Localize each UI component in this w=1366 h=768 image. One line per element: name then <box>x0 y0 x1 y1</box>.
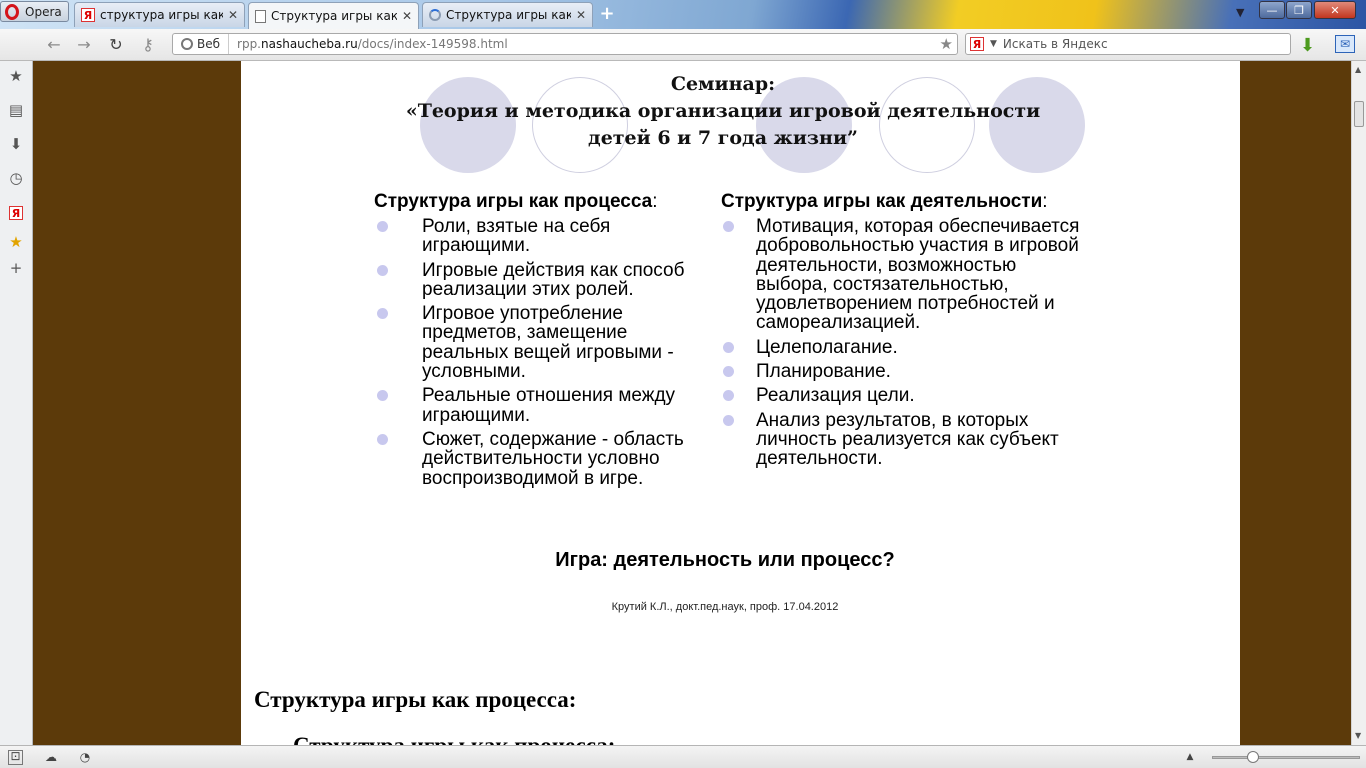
download-arrow-icon[interactable]: ⬇ <box>1300 35 1315 56</box>
page-viewport: Семинар: «Теория и методика организации … <box>33 61 1351 745</box>
bullet-icon <box>377 264 388 276</box>
panel-toggle-icon[interactable]: ⊡ <box>8 750 23 765</box>
tab-1-label: структура игры как пр... <box>100 8 223 22</box>
bullet-icon <box>377 308 388 320</box>
close-window-button[interactable]: ✕ <box>1314 1 1356 19</box>
opera-menu-label: Opera <box>25 4 62 19</box>
zoom-slider[interactable] <box>1212 756 1360 759</box>
history-clock-icon[interactable]: ◷ <box>7 169 25 187</box>
scrollbar-thumb[interactable] <box>1354 101 1364 127</box>
url-text[interactable]: rpp.nashaucheba.ru/docs/index-149598.htm… <box>229 37 508 51</box>
tab-menu-chevron-icon[interactable]: ▼ <box>1236 6 1244 19</box>
search-field[interactable]: Я ▼ Искать в Яндекс <box>965 33 1291 55</box>
url-path: /docs/index-149598.html <box>357 37 508 51</box>
yandex-panel-icon[interactable]: Я <box>7 203 25 221</box>
bullet-icon <box>377 390 388 402</box>
right-column-heading: Структура игры как деятельности: <box>721 191 1048 212</box>
title-bar: Opera Я структура игры как пр... ✕ Струк… <box>0 0 1366 29</box>
slide-question: Игра: деятельность или процесс? <box>555 549 895 571</box>
tab-1-close-icon[interactable]: ✕ <box>228 8 238 22</box>
web-label: Веб <box>197 37 221 51</box>
search-engine-dropdown-icon[interactable]: ▼ <box>990 39 997 49</box>
list-item: Анализ результатов, в которых личность р… <box>721 411 1091 469</box>
reload-icon[interactable]: ↻ <box>106 35 126 55</box>
add-panel-icon[interactable]: + <box>7 259 25 277</box>
page-favicon-icon <box>255 9 266 23</box>
scroll-up-icon[interactable]: ▲ <box>1355 65 1361 74</box>
bullet-icon <box>723 221 734 232</box>
tab-3-close-icon[interactable]: ✕ <box>576 8 586 22</box>
list-item: Реализация цели. <box>721 386 1091 406</box>
loading-spinner-icon <box>429 9 441 21</box>
status-bar: ⊡ ☁ ◔ ▲ <box>0 745 1366 768</box>
forward-arrow-icon[interactable]: → <box>74 35 94 55</box>
view-options-icon[interactable]: ▲ <box>1182 749 1198 765</box>
document-page: Семинар: «Теория и методика организации … <box>241 61 1240 745</box>
key-icon[interactable]: ⚷ <box>138 35 158 55</box>
notes-icon[interactable]: ▤ <box>7 101 25 119</box>
turbo-icon[interactable]: ◔ <box>77 749 93 765</box>
zoom-slider-handle[interactable] <box>1247 751 1259 763</box>
list-item: Мотивация, которая обеспечивается добров… <box>721 217 1091 333</box>
tab-3-label: Структура игры как п... <box>446 8 571 22</box>
mail-icon[interactable]: ✉ <box>1335 35 1355 53</box>
bookmarks-star-icon[interactable]: ★ <box>7 67 25 85</box>
right-list: Мотивация, которая обеспечивается добров… <box>721 217 1091 469</box>
slide-footer: Крутий К.Л., докт.пед.наук, проф. 17.04.… <box>611 601 839 613</box>
bullet-icon <box>723 414 734 426</box>
slide-title-line1: Семинар: <box>670 73 776 95</box>
slide-title: Семинар: «Теория и методика организации … <box>381 71 1065 152</box>
minimize-button[interactable]: — <box>1259 1 1285 19</box>
list-item: Сюжет, содержание - область действительн… <box>374 430 704 488</box>
downloads-icon[interactable]: ⬇ <box>7 135 25 153</box>
opera-logo-icon <box>5 3 19 20</box>
bookmark-star-icon[interactable]: ★ <box>940 35 953 53</box>
new-tab-button[interactable]: + <box>597 4 617 24</box>
tab-2-close-icon[interactable]: ✕ <box>402 9 412 23</box>
yandex-favicon-icon: Я <box>81 8 95 22</box>
search-placeholder: Искать в Яндекс <box>1002 37 1108 51</box>
document-heading: Структура игры как процесса: <box>254 687 577 712</box>
favorites-star-icon[interactable]: ★ <box>7 233 25 251</box>
scroll-down-icon[interactable]: ▼ <box>1355 731 1361 740</box>
bullet-icon <box>377 221 388 232</box>
side-panel: ★ ▤ ⬇ ◷ Я ★ + <box>0 61 33 745</box>
bullet-icon <box>723 366 734 378</box>
list-item: Игровое употребление предметов, замещени… <box>374 304 704 381</box>
back-arrow-icon[interactable]: ← <box>44 35 64 55</box>
left-list: Роли, взятые на себя играющими. Игровые … <box>374 217 704 488</box>
slide-title-line2: «Теория и методика организации игровой д… <box>405 100 1041 122</box>
left-column-heading: Структура игры как процесса: <box>374 191 658 212</box>
slide-title-line3: детей 6 и 7 года жизни” <box>588 127 858 149</box>
document-heading-2: Структура игры как процесса: <box>293 733 615 745</box>
tab-2-active[interactable]: Структура игры как п... ✕ <box>248 2 419 29</box>
tab-1[interactable]: Я структура игры как пр... ✕ <box>74 2 245 27</box>
restore-button[interactable]: ❐ <box>1286 1 1312 19</box>
list-item: Планирование. <box>721 362 1091 381</box>
list-item: Роли, взятые на себя играющими. <box>374 217 704 256</box>
navigation-bar: ← → ↻ ⚷ Веб rpp.nashaucheba.ru/docs/inde… <box>0 29 1366 61</box>
right-column: Структура игры как деятельности: Мотивац… <box>721 191 1091 474</box>
list-item: Целеполагание. <box>721 338 1091 357</box>
unite-cloud-icon[interactable]: ☁ <box>43 749 59 765</box>
opera-menu-button[interactable]: Opera <box>0 1 69 22</box>
list-item: Игровые действия как способ реализации э… <box>374 260 704 300</box>
tab-2-label: Структура игры как п... <box>271 9 397 23</box>
bullet-icon <box>723 390 734 402</box>
vertical-scrollbar[interactable]: ▲ ▼ <box>1351 61 1366 745</box>
yandex-search-icon[interactable]: Я <box>970 37 984 51</box>
bullet-icon <box>723 341 734 353</box>
web-badge[interactable]: Веб <box>173 34 230 54</box>
globe-icon <box>181 38 193 50</box>
address-bar[interactable]: Веб rpp.nashaucheba.ru/docs/index-149598… <box>172 33 958 55</box>
bullet-icon <box>377 433 388 445</box>
url-prefix: rpp. <box>237 37 261 51</box>
list-item: Реальные отношения между играющими. <box>374 386 704 425</box>
left-column: Структура игры как процесса: Роли, взяты… <box>374 191 704 493</box>
url-domain: nashaucheba.ru <box>261 37 358 51</box>
tab-3[interactable]: Структура игры как п... ✕ <box>422 2 593 27</box>
